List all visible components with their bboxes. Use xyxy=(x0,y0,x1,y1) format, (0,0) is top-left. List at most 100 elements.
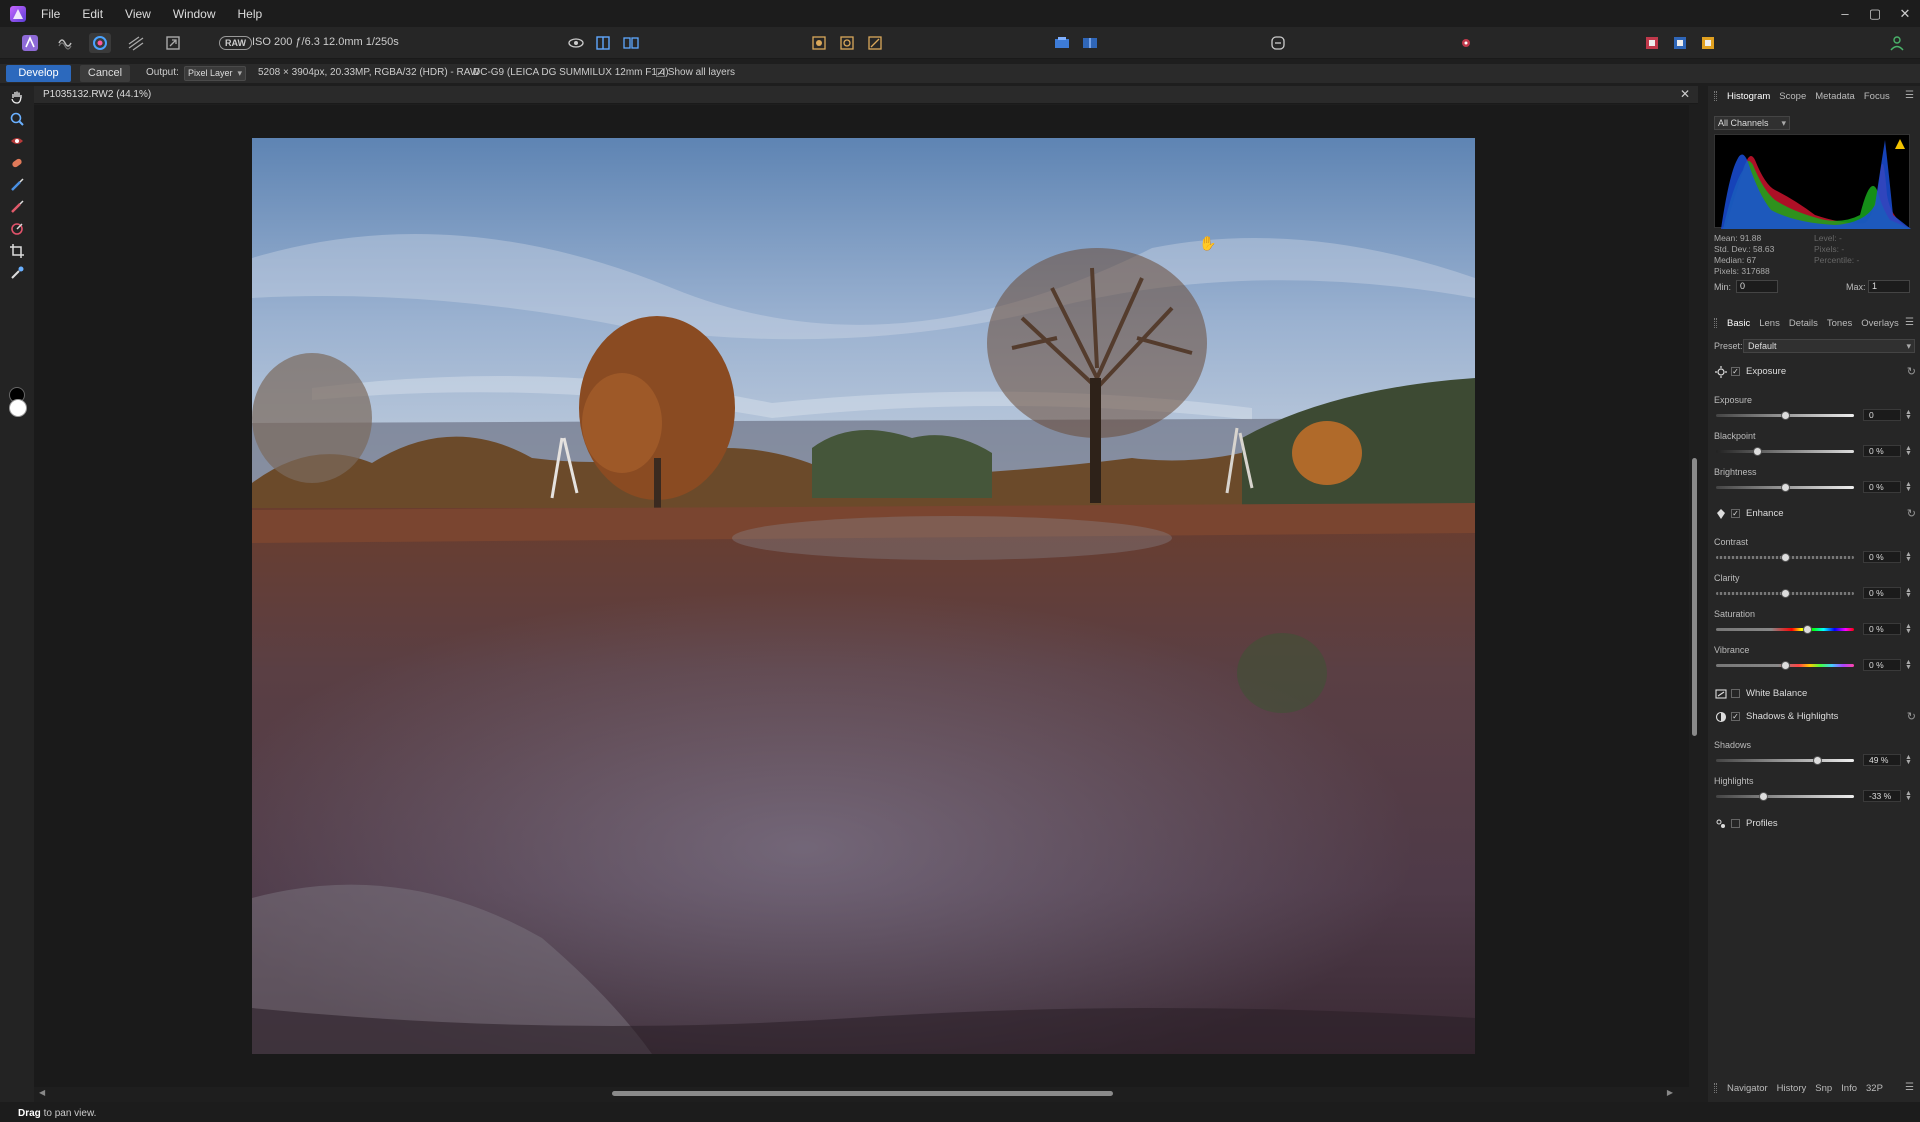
contrast-value[interactable]: 0 % xyxy=(1863,551,1901,563)
saturation-spinner-icon[interactable]: ▲ ▼ xyxy=(1905,623,1912,635)
clipping-highlights-icon[interactable] xyxy=(836,33,858,53)
highlights-slider-knob[interactable] xyxy=(1758,792,1768,801)
tab-overlays[interactable]: Overlays xyxy=(1861,318,1898,329)
menu-help[interactable]: Help xyxy=(238,7,263,21)
red-eye-icon[interactable] xyxy=(1455,33,1477,53)
scroll-left-icon[interactable]: ◀ xyxy=(39,1088,45,1097)
exposure-slider-knob[interactable] xyxy=(1781,411,1790,420)
profiles-section-header[interactable]: Profiles xyxy=(1714,816,1916,832)
exposure-section-header[interactable]: ✓ Exposure ↻ xyxy=(1714,364,1916,380)
snapshot-icon[interactable] xyxy=(1079,33,1101,53)
clarity-spinner-icon[interactable]: ▲ ▼ xyxy=(1905,587,1912,599)
account-icon[interactable] xyxy=(1886,33,1908,53)
clarity-value[interactable]: 0 % xyxy=(1863,587,1901,599)
shadows-value[interactable]: 49 % xyxy=(1863,754,1901,766)
tab-navigator[interactable]: Navigator xyxy=(1727,1083,1768,1094)
profiles-checkbox[interactable] xyxy=(1731,819,1740,828)
close-window-icon[interactable]: ✕ xyxy=(1898,6,1912,21)
vibrance-spinner-icon[interactable]: ▲ ▼ xyxy=(1905,659,1912,671)
saturation-slider[interactable] xyxy=(1716,625,1854,634)
shadows-spinner-icon[interactable]: ▲ ▼ xyxy=(1905,754,1912,766)
highlights-spinner-icon[interactable]: ▲ ▼ xyxy=(1905,790,1912,802)
menu-window[interactable]: Window xyxy=(173,7,216,21)
horizontal-scrollbar[interactable]: ◀ ▶ xyxy=(34,1087,1698,1101)
clipping-warning-icon[interactable] xyxy=(1895,139,1905,149)
photo-image[interactable] xyxy=(252,138,1475,1054)
order-middle-icon[interactable] xyxy=(1669,33,1691,53)
vibrance-slider[interactable] xyxy=(1716,661,1854,670)
split-view-icon[interactable] xyxy=(592,33,614,53)
blackpoint-spinner-icon[interactable]: ▲ ▼ xyxy=(1905,445,1912,457)
tab-metadata[interactable]: Metadata xyxy=(1815,91,1855,102)
tab-tones[interactable]: Tones xyxy=(1827,318,1852,329)
vertical-scroll-thumb[interactable] xyxy=(1692,458,1697,736)
shadows-highlights-checkbox[interactable]: ✓ xyxy=(1731,712,1740,721)
zoom-tool-icon[interactable] xyxy=(8,110,26,128)
tab-focus[interactable]: Focus xyxy=(1864,91,1890,102)
enhance-section-header[interactable]: ✓ Enhance ↻ xyxy=(1714,506,1916,522)
crop-tool-icon[interactable] xyxy=(8,242,26,260)
brightness-slider-knob[interactable] xyxy=(1781,483,1790,492)
secondary-color-swatch[interactable] xyxy=(9,399,27,417)
tab-details[interactable]: Details xyxy=(1789,318,1818,329)
white-balance-picker-icon[interactable] xyxy=(8,264,26,282)
min-input[interactable]: 0 xyxy=(1736,280,1778,293)
white-balance-checkbox[interactable] xyxy=(1731,689,1740,698)
order-back-icon[interactable] xyxy=(1641,33,1663,53)
tab-32p[interactable]: 32P xyxy=(1866,1083,1883,1094)
menu-file[interactable]: File xyxy=(41,7,60,21)
photo-persona-icon[interactable] xyxy=(19,33,41,53)
highlights-value[interactable]: -33 % xyxy=(1863,790,1901,802)
vertical-scrollbar[interactable] xyxy=(1689,105,1701,1087)
clipping-shadows-icon[interactable] xyxy=(808,33,830,53)
hand-tool-icon[interactable] xyxy=(8,88,26,106)
vibrance-value[interactable]: 0 % xyxy=(1863,659,1901,671)
tab-history[interactable]: History xyxy=(1777,1083,1807,1094)
clipping-tones-icon[interactable] xyxy=(864,33,886,53)
order-front-icon[interactable] xyxy=(1697,33,1719,53)
enhance-checkbox[interactable]: ✓ xyxy=(1731,509,1740,518)
tone-mapping-persona-icon[interactable] xyxy=(125,33,147,53)
contrast-slider-knob[interactable] xyxy=(1781,553,1790,562)
show-all-layers-checkbox[interactable]: ✓ xyxy=(656,67,665,77)
canvas-area[interactable]: ✋ xyxy=(34,105,1698,1087)
red-eye-tool-icon[interactable] xyxy=(8,132,26,150)
close-document-icon[interactable]: ✕ xyxy=(1680,87,1690,101)
brush-tool-icon[interactable] xyxy=(8,176,26,194)
blackpoint-slider[interactable] xyxy=(1716,447,1854,456)
document-tab[interactable]: P1035132.RW2 (44.1%) ✕ xyxy=(34,86,1698,104)
panel-grip-icon[interactable] xyxy=(1714,91,1717,101)
blackpoint-value[interactable]: 0 % xyxy=(1863,445,1901,457)
assistant-icon[interactable] xyxy=(1051,33,1073,53)
blemish-tool-icon[interactable] xyxy=(8,154,26,172)
bottom-menu-icon[interactable]: ☰ xyxy=(1905,1082,1914,1093)
gradient-tool-icon[interactable] xyxy=(8,220,26,238)
minimize-icon[interactable]: – xyxy=(1838,6,1852,21)
exposure-reset-icon[interactable]: ↻ xyxy=(1907,365,1916,378)
white-balance-section-header[interactable]: White Balance xyxy=(1714,686,1916,702)
develop-persona-icon[interactable] xyxy=(89,33,111,53)
view-mode-icon[interactable] xyxy=(565,33,587,53)
contrast-slider[interactable] xyxy=(1716,553,1854,562)
exposure-checkbox[interactable]: ✓ xyxy=(1731,367,1740,376)
assistant-settings-icon[interactable] xyxy=(1267,33,1289,53)
tab-basic[interactable]: Basic xyxy=(1727,318,1750,329)
tab-histogram[interactable]: Histogram xyxy=(1727,91,1770,102)
maximize-icon[interactable]: ▢ xyxy=(1868,6,1882,21)
develop-menu-icon[interactable]: ☰ xyxy=(1905,317,1914,328)
export-persona-icon[interactable] xyxy=(162,33,184,53)
menu-view[interactable]: View xyxy=(125,7,151,21)
liquify-persona-icon[interactable] xyxy=(54,33,76,53)
tab-lens[interactable]: Lens xyxy=(1759,318,1780,329)
clarity-slider-knob[interactable] xyxy=(1781,589,1790,598)
develop-grip-icon[interactable] xyxy=(1714,318,1717,328)
brightness-slider[interactable] xyxy=(1716,483,1854,492)
highlights-slider[interactable] xyxy=(1716,792,1854,801)
menu-edit[interactable]: Edit xyxy=(82,7,103,21)
shadows-slider-knob[interactable] xyxy=(1812,756,1822,765)
cancel-button[interactable]: Cancel xyxy=(80,65,130,82)
show-all-layers-toggle[interactable]: ✓ Show all layers xyxy=(656,67,735,78)
output-select[interactable]: Pixel Layer xyxy=(184,66,246,81)
tab-scope[interactable]: Scope xyxy=(1779,91,1806,102)
saturation-slider-knob[interactable] xyxy=(1803,625,1813,634)
